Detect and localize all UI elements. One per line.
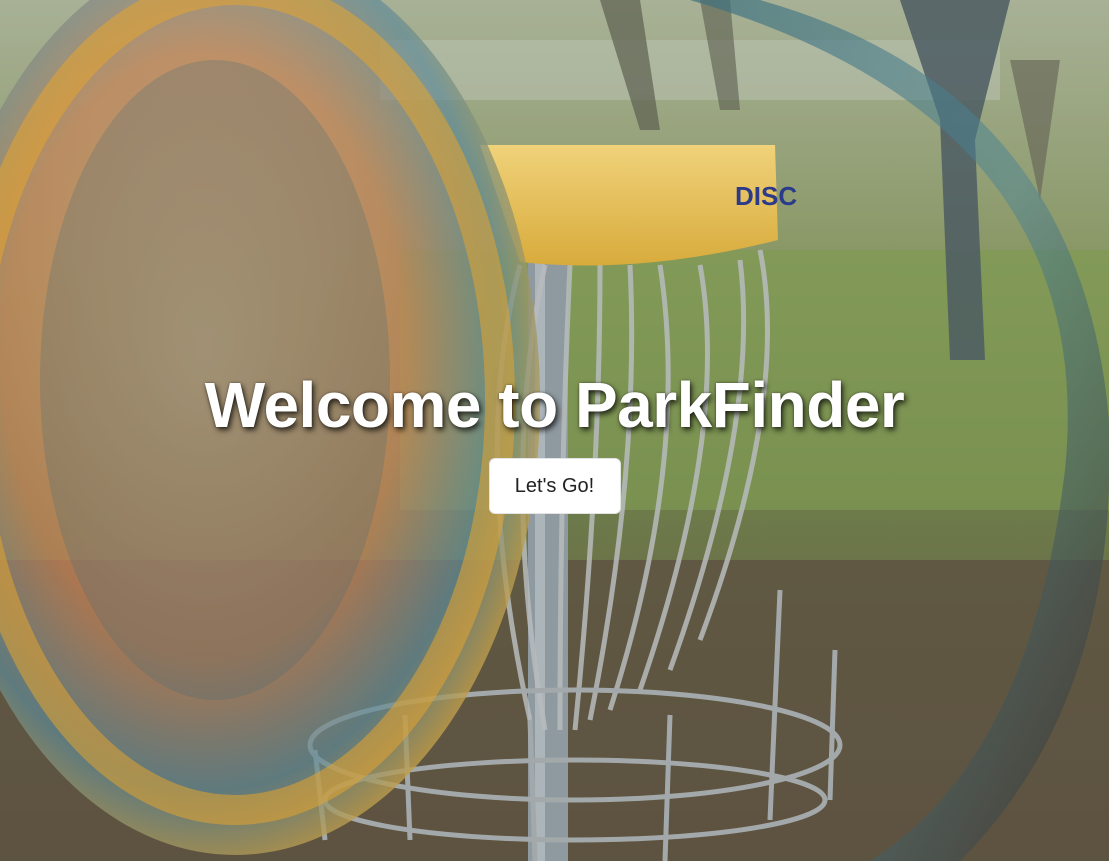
svg-text:DISC: DISC	[735, 181, 797, 211]
hero-title: Welcome to ParkFinder	[204, 369, 905, 441]
hero-section: DISC Welcome to ParkFinder Let's Go!	[0, 0, 1109, 861]
hero-content: Welcome to ParkFinder Let's Go!	[0, 360, 1109, 514]
lets-go-button[interactable]: Let's Go!	[488, 458, 621, 514]
